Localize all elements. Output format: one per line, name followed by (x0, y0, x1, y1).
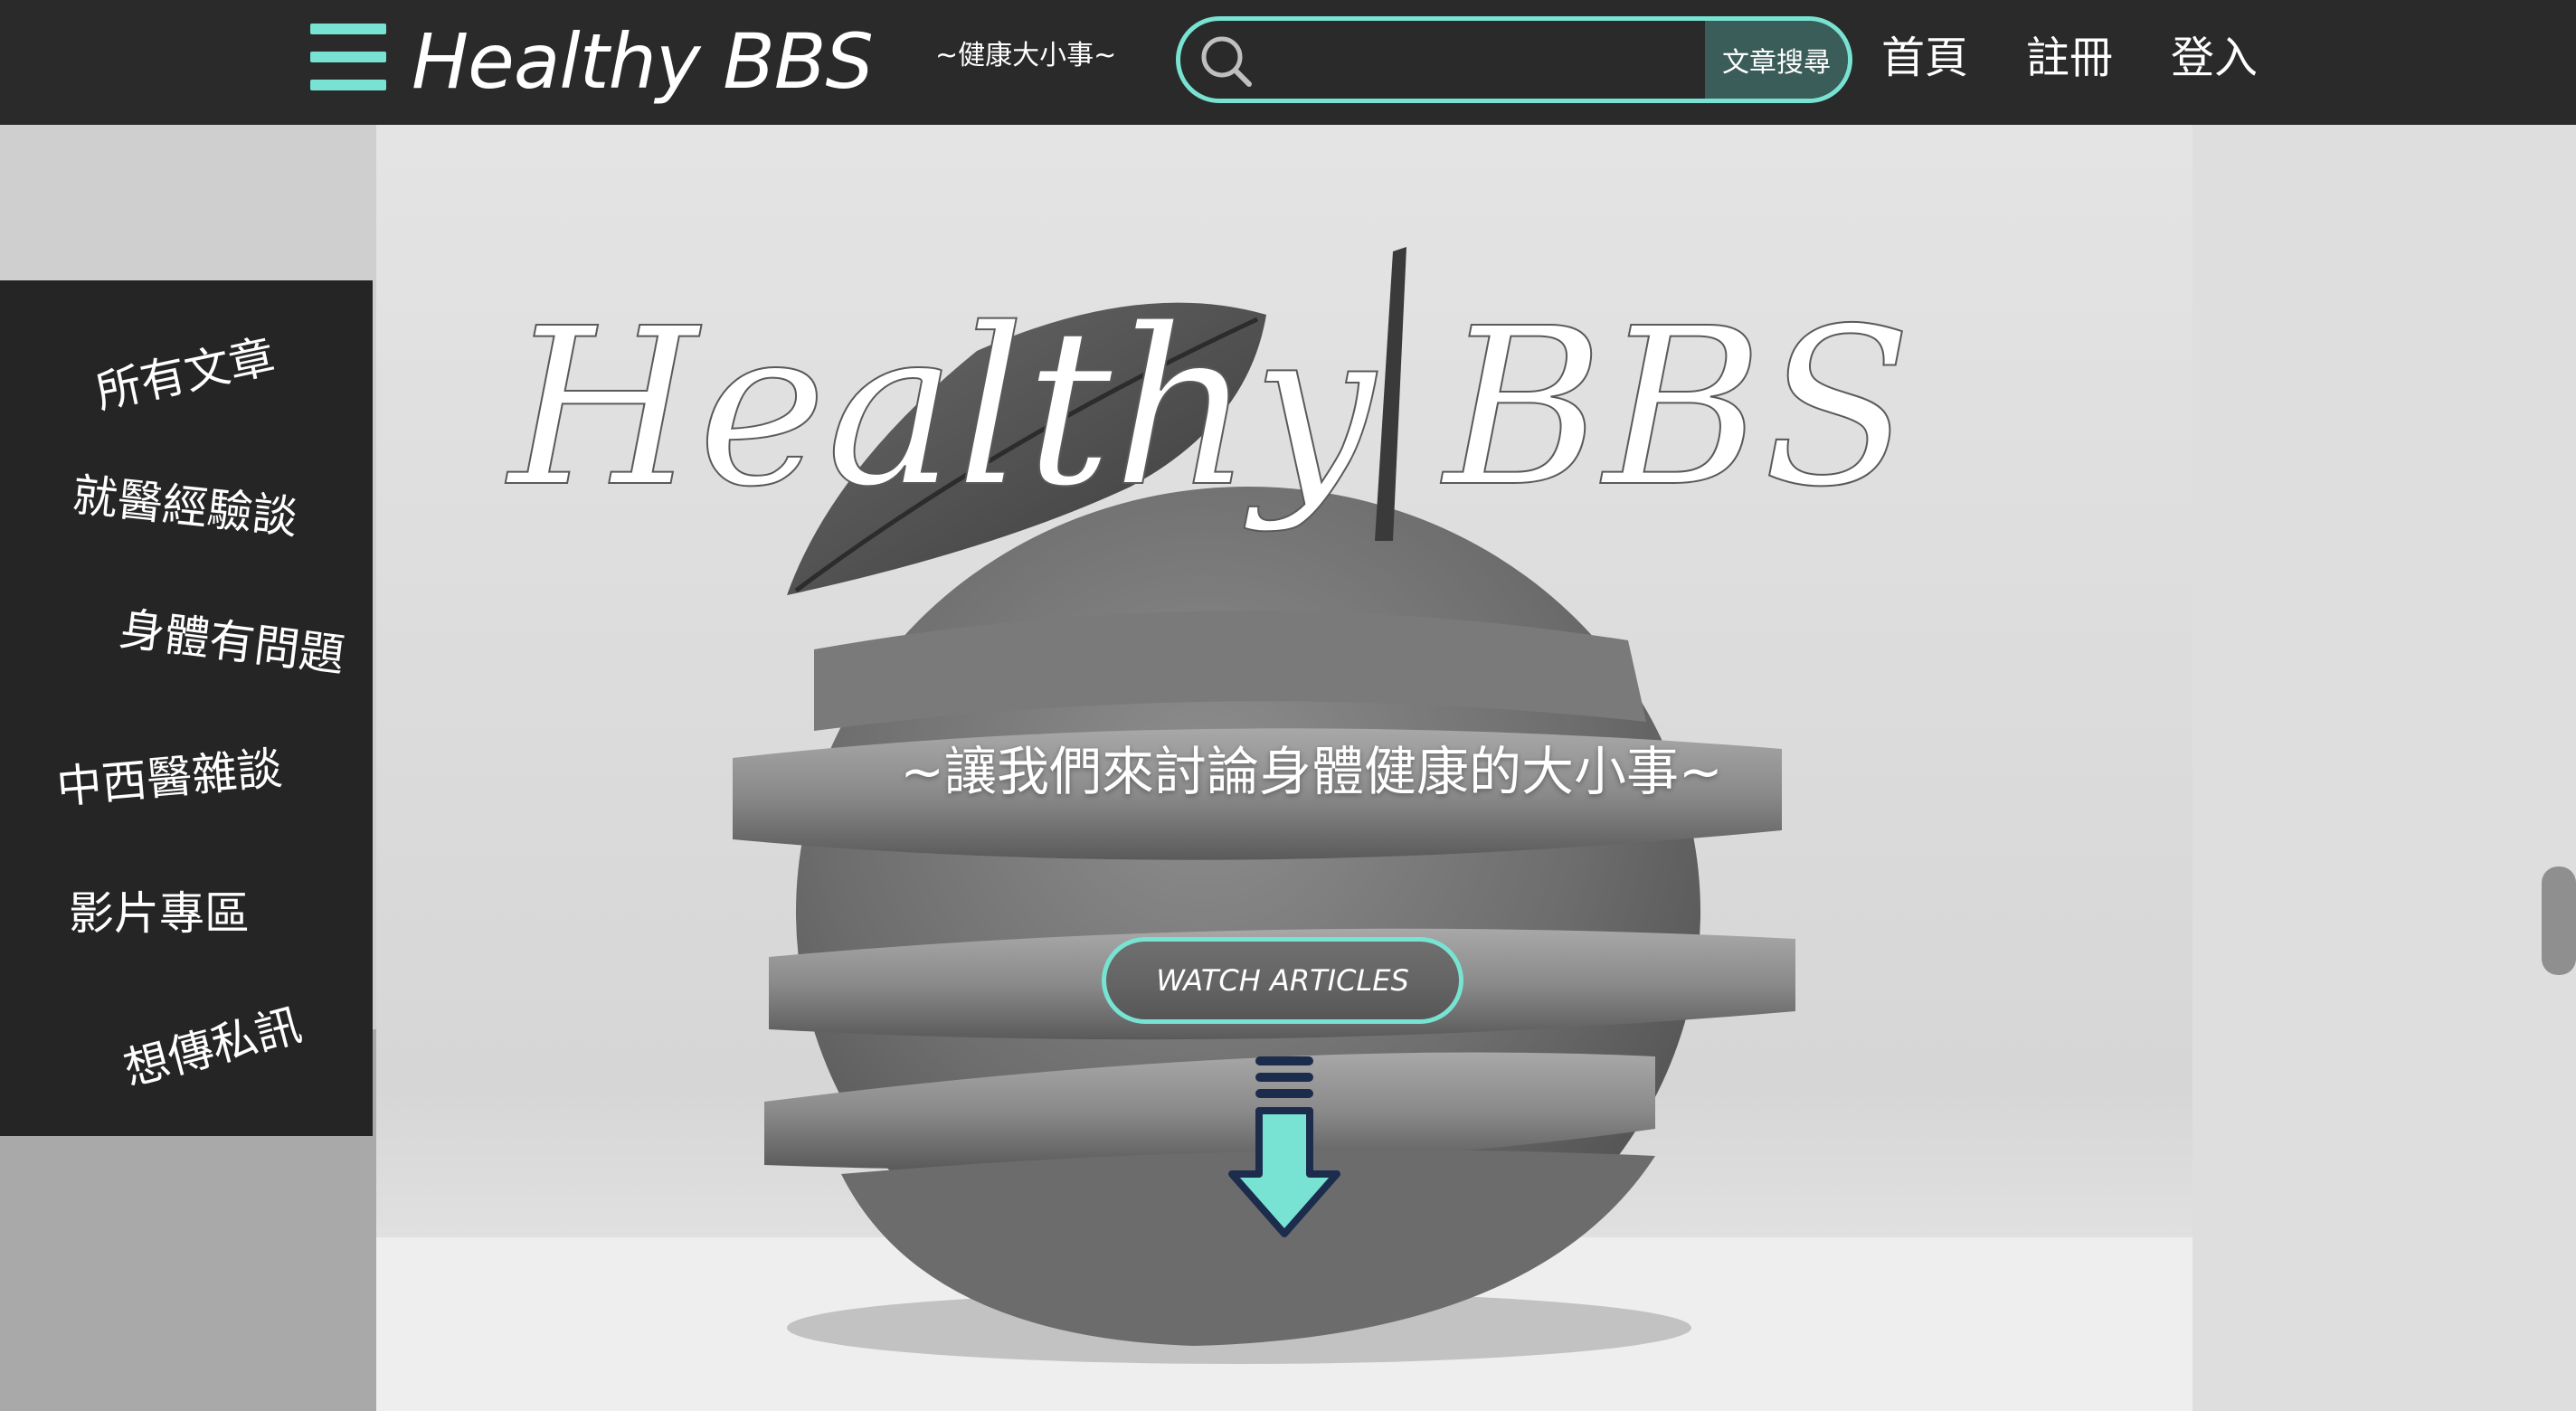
nav-login[interactable]: 登入 (2171, 24, 2258, 92)
nav-home[interactable]: 首頁 (1881, 24, 1968, 92)
hero-script-title-text: Healthy BBS (505, 281, 1911, 535)
article-search-button[interactable]: 文章搜尋 (1705, 21, 1848, 99)
category-sidebar: 所有文章 就醫經驗談 身體有問題 中西醫雜談 影片專區 想傳私訊 (0, 280, 373, 1136)
search-icon (1201, 36, 1252, 87)
nav-register[interactable]: 註冊 (2026, 24, 2113, 92)
site-brand[interactable]: Healthy BBS (412, 7, 874, 116)
search-bar: 文章搜尋 (1176, 16, 1852, 103)
sidebar-item-medical-experience[interactable]: 就醫經驗談 (70, 459, 301, 547)
sidebar-item-private-message[interactable]: 想傳私訊 (116, 989, 308, 1098)
hero-section: Healthy BBS 所有文章 就醫經驗談 身體有問題 中西醫雜談 影片專區 … (0, 125, 2576, 1411)
watch-articles-button[interactable]: WATCH ARTICLES (1102, 937, 1463, 1024)
sidebar-item-all-articles[interactable]: 所有文章 (90, 320, 280, 421)
down-arrow-icon[interactable] (1225, 1056, 1344, 1242)
sidebar-item-body-problems[interactable]: 身體有問題 (117, 592, 349, 685)
top-navbar: Healthy BBS ~健康大小事~ 文章搜尋 首頁 註冊 登入 (0, 0, 2576, 125)
hero-tagline: ~讓我們來討論身體健康的大小事~ (900, 741, 1723, 802)
search-input[interactable] (1267, 21, 1705, 99)
sidebar-item-chinese-western-medicine[interactable]: 中西醫雜談 (53, 732, 284, 817)
site-subtitle: ~健康大小事~ (935, 40, 1117, 71)
sidebar-item-videos[interactable]: 影片專區 (69, 877, 250, 942)
hamburger-menu-icon[interactable] (310, 24, 386, 90)
